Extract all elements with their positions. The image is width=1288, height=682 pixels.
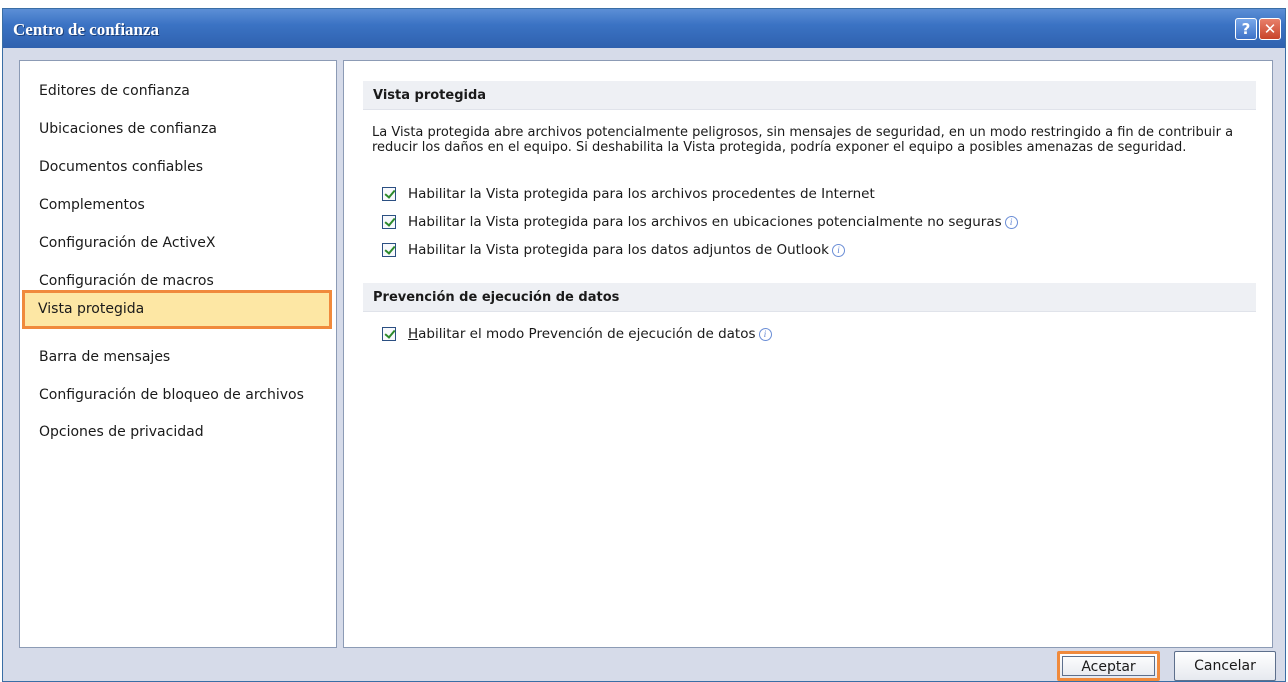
nav-item-opciones-de-privacidad[interactable]: Opciones de privacidad: [39, 422, 204, 442]
close-button[interactable]: ✕: [1259, 18, 1281, 40]
close-icon: ✕: [1263, 20, 1277, 38]
checkbox-label: Habilitar la Vista protegida para los ar…: [408, 186, 875, 202]
settings-panel: Vista protegida La Vista protegida abre …: [343, 60, 1273, 648]
nav-item-documentos-confiables[interactable]: Documentos confiables: [39, 157, 203, 177]
accept-button-label: Aceptar: [1062, 656, 1155, 676]
checkbox-label: Habilitar la Vista protegida para los da…: [408, 242, 830, 258]
title-bar[interactable]: Centro de confianza ? ✕: [3, 9, 1285, 48]
nav-item-configuracion-activex[interactable]: Configuración de ActiveX: [39, 233, 215, 253]
protected-view-description: La Vista protegida abre archivos potenci…: [372, 125, 1234, 155]
trust-center-dialog: Centro de confianza ? ✕ Editores de conf…: [2, 8, 1286, 682]
nav-item-editores-de-confianza[interactable]: Editores de confianza: [39, 81, 190, 101]
checkbox-unsafe-locations[interactable]: [382, 215, 396, 229]
nav-item-configuracion-macros[interactable]: Configuración de macros: [39, 271, 214, 291]
info-icon[interactable]: i: [758, 327, 772, 341]
nav-item-label: Vista protegida: [38, 301, 145, 317]
nav-item-ubicaciones-de-confianza[interactable]: Ubicaciones de confianza: [39, 119, 217, 139]
checkbox-row-internet[interactable]: Habilitar la Vista protegida para los ar…: [382, 185, 875, 203]
checkbox-row-dep[interactable]: Habilitar el modo Prevención de ejecució…: [382, 325, 772, 343]
accept-button[interactable]: Aceptar: [1057, 651, 1160, 681]
section-header-dep: Prevención de ejecución de datos: [363, 283, 1256, 312]
info-icon[interactable]: i: [832, 243, 846, 257]
nav-item-bloqueo-de-archivos[interactable]: Configuración de bloqueo de archivos: [39, 385, 304, 405]
section-header-vista-protegida: Vista protegida: [363, 81, 1256, 110]
nav-item-vista-protegida[interactable]: Vista protegida: [22, 290, 332, 329]
checkbox-internet[interactable]: [382, 187, 396, 201]
nav-item-barra-de-mensajes[interactable]: Barra de mensajes: [39, 347, 170, 367]
checkbox-row-outlook-attachments[interactable]: Habilitar la Vista protegida para los da…: [382, 241, 846, 259]
cancel-button[interactable]: Cancelar: [1174, 651, 1276, 681]
checkbox-label: Habilitar la Vista protegida para los ar…: [408, 214, 1002, 230]
checkbox-dep[interactable]: [382, 327, 396, 341]
help-button[interactable]: ?: [1235, 18, 1257, 40]
info-icon[interactable]: i: [1004, 215, 1018, 229]
checkbox-row-unsafe-locations[interactable]: Habilitar la Vista protegida para los ar…: [382, 213, 1018, 231]
window-title: Centro de confianza: [13, 20, 160, 39]
help-icon: ?: [1241, 20, 1251, 38]
checkbox-label-rest: abilitar el modo Prevención de ejecución…: [418, 326, 756, 342]
checkbox-outlook-attachments[interactable]: [382, 243, 396, 257]
checkbox-label: Habilitar el modo Prevención de ejecució…: [408, 326, 756, 342]
nav-item-complementos[interactable]: Complementos: [39, 195, 145, 215]
category-nav: Editores de confianza Ubicaciones de con…: [19, 60, 337, 648]
accelerator-key: H: [408, 326, 419, 342]
